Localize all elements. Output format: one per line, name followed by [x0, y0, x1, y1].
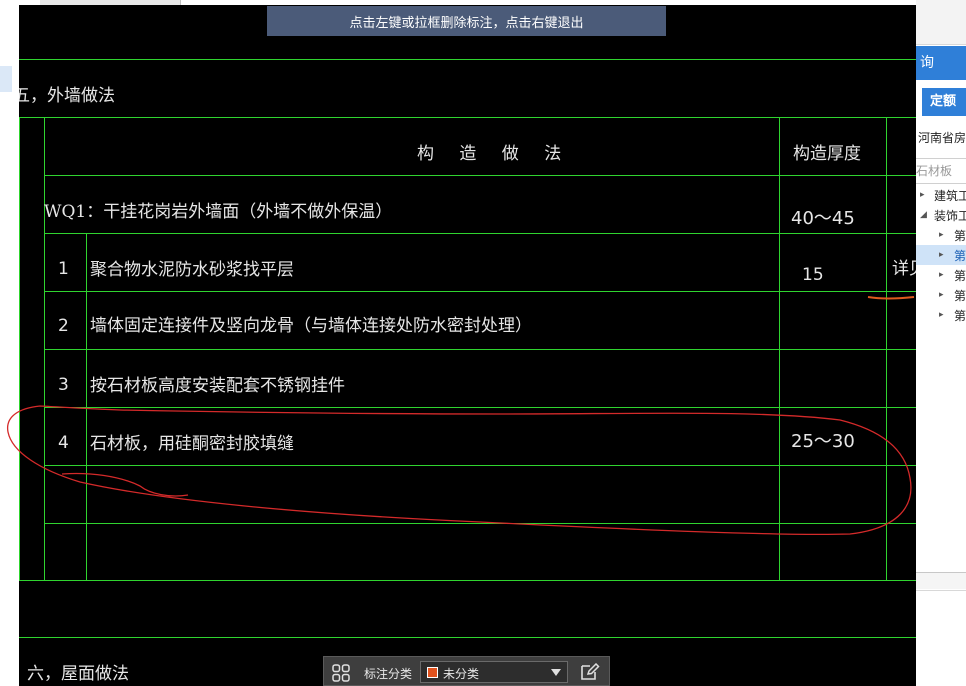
grid-line — [19, 580, 916, 581]
quota-button[interactable]: 定额 — [922, 88, 966, 116]
category-value: 未分类 — [443, 667, 480, 681]
color-swatch — [427, 667, 438, 678]
grid-line — [44, 349, 916, 350]
grid-line — [44, 291, 916, 292]
chevron-right-icon[interactable]: ▸ — [939, 290, 944, 300]
tree-item[interactable]: 第 — [954, 307, 966, 324]
hint-banner: 点击左键或拉框删除标注，点击右键退出 — [267, 6, 666, 36]
row-thickness: 15 — [802, 265, 824, 285]
grid-line — [86, 233, 87, 581]
chevron-right-icon[interactable]: ▸ — [939, 270, 944, 280]
tree-item[interactable]: 第 — [954, 287, 966, 304]
grid-icon[interactable] — [332, 664, 350, 682]
horizontal-scrollbar[interactable] — [916, 572, 966, 589]
tree-item[interactable]: 第 — [954, 227, 966, 244]
annotation-toolbar: 标注分类 未分类 — [323, 656, 610, 686]
chevron-down-icon[interactable]: ▸ — [920, 190, 925, 200]
search-input[interactable]: 石材板 — [916, 158, 966, 184]
grid-line — [779, 117, 780, 581]
row-text: 墙体固定连接件及竖向龙骨（与墙体连接处防水密封处理） — [90, 316, 532, 336]
table-header-thickness: 构造厚度 — [793, 144, 861, 164]
province-dropdown[interactable]: 河南省房屋 — [918, 129, 966, 146]
grid-line — [44, 233, 916, 234]
category-select[interactable]: 未分类 — [420, 661, 568, 683]
grid-line — [19, 117, 916, 118]
chevron-down-icon[interactable]: ◢ — [920, 210, 927, 220]
chevron-down-icon[interactable] — [551, 669, 561, 676]
chevron-right-icon[interactable]: ▸ — [939, 230, 944, 240]
cad-drawing-canvas[interactable]: 五，外墙做法 构 造 做 法 构造厚度 WQ1：干挂花岗岩外墙面（外墙不做外保温… — [19, 5, 916, 686]
row-text: 石材板，用硅酮密封胶填缝 — [90, 434, 294, 454]
section5-title: 五，外墙做法 — [19, 86, 115, 106]
tree-item[interactable]: 第 — [954, 267, 966, 284]
wq1-thickness: 40～45 — [791, 208, 855, 229]
grid-line — [19, 59, 916, 60]
row-number: 2 — [58, 316, 69, 336]
grid-line — [44, 523, 916, 524]
row-thickness: 25～30 — [791, 431, 855, 452]
tree-item[interactable]: 第 — [954, 247, 966, 264]
grid-line — [886, 117, 887, 581]
chevron-right-icon[interactable]: ▸ — [939, 310, 944, 320]
row-text: 按石材板高度安装配套不锈钢挂件 — [90, 376, 345, 396]
right-panel-lower-area — [916, 590, 966, 686]
edit-icon[interactable] — [580, 663, 600, 681]
row-number: 3 — [58, 375, 69, 395]
table-header-method: 构 造 做 法 — [417, 144, 572, 164]
row-number: 4 — [58, 433, 69, 453]
grid-line — [44, 407, 916, 408]
grid-line — [44, 117, 45, 581]
row-number: 1 — [58, 259, 69, 279]
left-selection-highlight — [0, 66, 12, 92]
tree-item[interactable]: 建筑工 — [934, 187, 966, 204]
right-panel-header — [916, 0, 966, 45]
row-text: 聚合物水泥防水砂浆找平层 — [90, 260, 294, 280]
tree-item[interactable]: 装饰工 — [934, 207, 966, 224]
grid-line — [44, 175, 916, 176]
query-tab[interactable]: 询 — [916, 46, 966, 80]
category-label: 标注分类 — [364, 667, 413, 681]
chevron-right-icon[interactable]: ▸ — [939, 250, 944, 260]
side-note: 详见 — [892, 259, 916, 279]
section6-title: 六，屋面做法 — [27, 664, 129, 684]
grid-line — [19, 637, 916, 638]
right-side-panel: 询 定额 河南省房屋 石材板 ▸ 建筑工 ◢ 装饰工 ▸ 第 ▸ 第 ▸ 第 ▸… — [916, 0, 966, 686]
grid-line — [19, 117, 20, 581]
grid-line — [44, 465, 916, 466]
wq1-title: WQ1：干挂花岗岩外墙面（外墙不做外保温） — [44, 202, 393, 222]
left-window-strip — [0, 0, 19, 686]
